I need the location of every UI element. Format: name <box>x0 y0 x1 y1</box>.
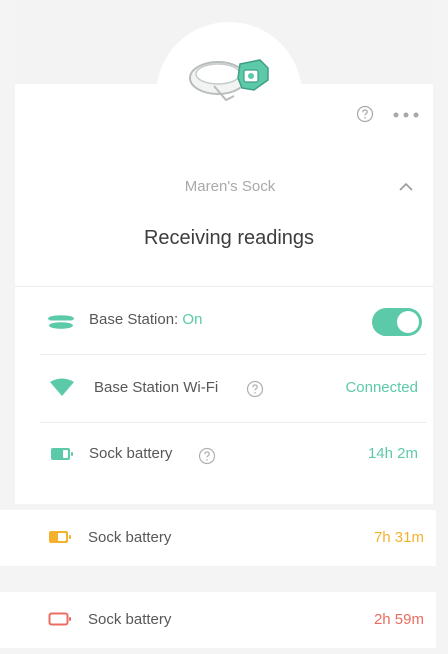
sock-name: Maren's Sock <box>184 178 276 195</box>
help-icon[interactable] <box>356 105 374 123</box>
battery-example-card: Sock battery 2h 59m <box>0 592 436 648</box>
sock-battery-label: Sock battery <box>88 529 172 546</box>
sock-battery-value: 7h 31m <box>373 529 424 546</box>
battery-icon <box>50 447 74 461</box>
battery-icon <box>48 530 72 544</box>
wifi-label: Base Station Wi-Fi <box>94 379 219 396</box>
sock-device-illustration <box>184 50 280 120</box>
divider <box>40 354 426 355</box>
sock-battery-value: 14h 2m <box>367 445 418 462</box>
base-station-label: Base Station: On <box>89 311 202 328</box>
sock-battery-label: Sock battery <box>89 445 173 462</box>
help-icon[interactable] <box>246 380 264 398</box>
base-station-state: On <box>182 311 203 328</box>
help-icon[interactable] <box>198 447 216 465</box>
sock-battery-value: 2h 59m <box>373 611 424 628</box>
wifi-icon <box>48 377 76 397</box>
divider <box>15 286 433 287</box>
more-icon[interactable] <box>392 108 420 120</box>
base-station-toggle[interactable] <box>372 308 422 336</box>
sock-battery-label: Sock battery <box>88 611 172 628</box>
battery-example-card: Sock battery 7h 31m <box>0 510 436 566</box>
base-station-label-text: Base Station: <box>89 311 183 328</box>
toggle-knob <box>397 311 419 333</box>
battery-icon <box>48 612 72 626</box>
base-station-icon <box>46 314 76 330</box>
status-title: Receiving readings <box>143 227 315 249</box>
chevron-up-icon[interactable] <box>396 180 416 194</box>
divider <box>40 422 426 423</box>
wifi-status: Connected <box>345 379 418 396</box>
